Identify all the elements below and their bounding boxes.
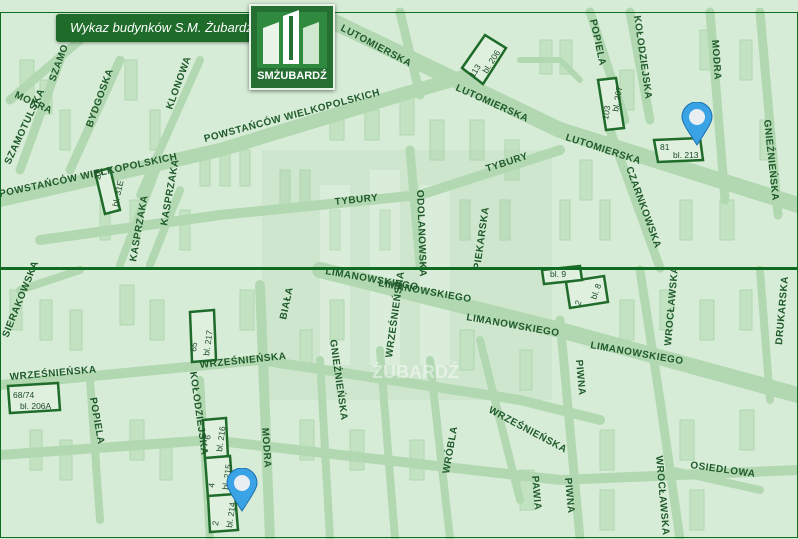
location-pin-icon[interactable]	[225, 468, 259, 512]
watermark-text: ŻUBARDŹ	[372, 361, 459, 382]
building-number: 81	[660, 142, 670, 152]
building-label: bl. 213	[673, 150, 699, 160]
page-title: Wykaz budynków S.M. Żubardź	[56, 14, 256, 42]
logo[interactable]: SMŻUBARDŹ	[249, 4, 335, 90]
building-number: 65	[188, 341, 199, 352]
panel-divider	[0, 267, 798, 270]
building-label: bl. 9	[550, 269, 566, 279]
building-label: bl. 206A	[20, 401, 52, 411]
building-number: 68/74	[13, 390, 35, 400]
map-canvas[interactable]: MOKRA SZAMOTULSKA BYDGOSKA KLONOWA SZAMO…	[0, 0, 798, 539]
logo-text: SMŻUBARDŹ	[257, 70, 327, 82]
location-pin-icon[interactable]	[680, 102, 714, 146]
